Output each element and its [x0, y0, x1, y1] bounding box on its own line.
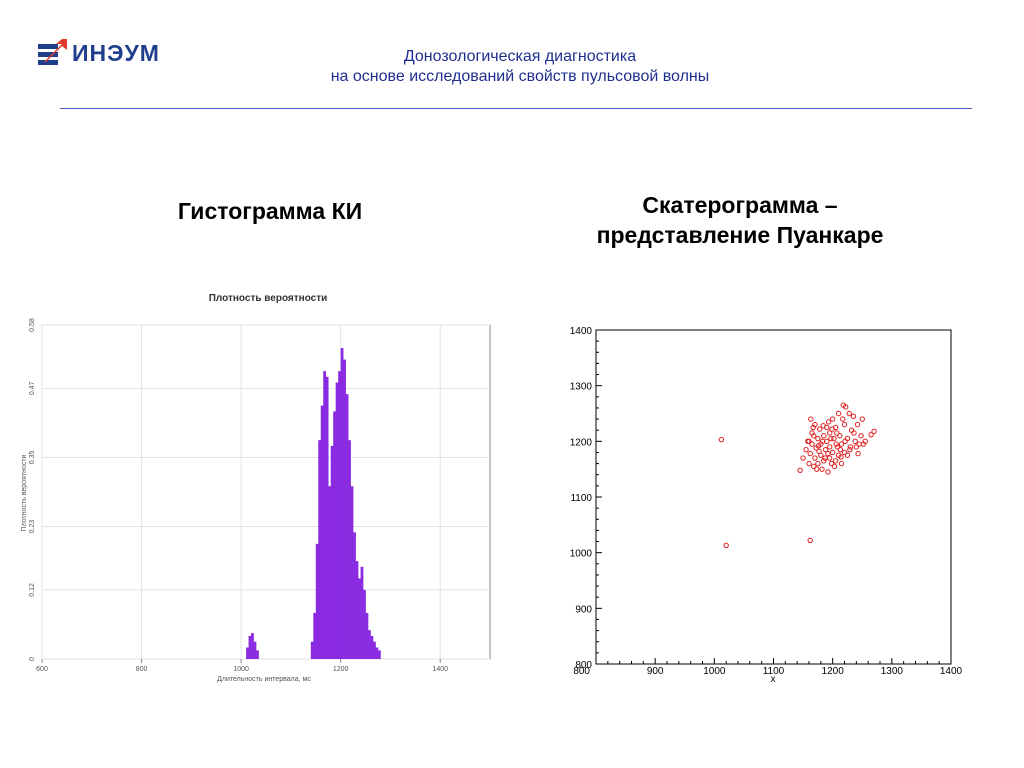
- histogram-bar: [358, 578, 361, 659]
- histogram-y-tick-label: 0: [29, 657, 36, 661]
- scattergram-heading-line-1: Скатерограмма –: [642, 192, 838, 218]
- scattergram-x-tick-label: 1000: [703, 666, 726, 677]
- scattergram-y-tick-label: 1000: [570, 549, 593, 560]
- histogram-bar: [323, 371, 327, 659]
- histogram-bar: [246, 647, 249, 659]
- histogram-x-axis-label: Длительность интервала, мс: [217, 676, 311, 683]
- scattergram-plot-area: [595, 329, 952, 665]
- histogram-plot-area: [41, 324, 491, 660]
- histogram-x-tick-label: 1400: [432, 666, 448, 673]
- page-title-line-1: Донозологическая диагностика: [403, 48, 637, 65]
- histogram-y-tick-label: 0.23: [29, 520, 36, 534]
- histogram-bar: [348, 440, 351, 659]
- histogram-title: Плотность вероятности: [209, 293, 328, 304]
- histogram-bar: [310, 641, 314, 659]
- histogram-y-tick-label: 0.47: [29, 381, 36, 395]
- histogram-bar: [343, 359, 346, 659]
- scattergram-y-tick-label: 1400: [570, 326, 593, 337]
- histogram-bar: [256, 650, 259, 659]
- scattergram-y-tick-label: 900: [575, 604, 592, 615]
- histogram-svg: Плотность вероятности 0 0.12 0.23 0.35 0.47 0…: [21, 293, 491, 683]
- histogram-bar: [378, 650, 381, 659]
- histogram-y-axis-label: Плотность вероятности: [21, 454, 28, 531]
- page-title-line-2: на основе исследований свойств пульсовой…: [330, 68, 710, 85]
- histogram-bar: [345, 394, 349, 659]
- histogram-bar: [328, 486, 332, 659]
- histogram-bar: [325, 376, 329, 659]
- inaum-logo: ИНЭУМ: [36, 38, 176, 70]
- histogram-bar: [338, 371, 341, 659]
- histogram-bar: [363, 589, 366, 659]
- histogram-bar: [355, 561, 359, 659]
- logo-text: ИНЭУМ: [72, 40, 160, 66]
- scattergram-svg: 800 900 1000 1100 1200 1300 140090010001100120…: [570, 326, 963, 685]
- histogram-x-tick-label: 1000: [233, 666, 249, 673]
- histogram-heading: Гистограмма КИ: [177, 198, 363, 224]
- histogram-bar: [330, 445, 334, 659]
- logo-mark-icon: [38, 39, 67, 65]
- histogram-bar: [373, 641, 376, 659]
- histogram-bar: [251, 633, 254, 659]
- histogram-y-tick-label: 0.58: [29, 318, 36, 332]
- page-title: Донозологическая диагностика на основе и…: [300, 47, 740, 87]
- histogram-bar: [370, 635, 374, 659]
- histogram-bar: [248, 635, 252, 659]
- histogram-bar: [313, 612, 317, 659]
- histogram-bar: [353, 532, 356, 659]
- scattergram-x-tick-label: 1400: [940, 666, 963, 677]
- scattergram-x-tick-label: 1200: [822, 666, 845, 677]
- histogram-bar: [375, 647, 379, 659]
- scattergram-y-tick-label: 800: [575, 660, 592, 671]
- histogram-x-tick-label: 800: [136, 666, 148, 673]
- scattergram-heading: Скатерограмма – представление Пуанкаре: [530, 190, 950, 250]
- scattergram-x-axis-label: x: [771, 674, 776, 685]
- histogram-bar: [315, 543, 319, 659]
- scattergram-x-tick-label: 1300: [881, 666, 904, 677]
- histogram-bar: [318, 440, 322, 659]
- histogram-y-tick-label: 0.12: [29, 583, 36, 597]
- histogram-bar: [360, 566, 364, 659]
- scattergram-chart: 800 900 1000 1100 1200 1300 1400 900 1000 1100 120…: [540, 318, 980, 693]
- scattergram-y-tick-label: 1300: [570, 382, 593, 393]
- header-divider: [60, 108, 972, 109]
- histogram-bar: [368, 630, 371, 659]
- scattergram-heading-line-2: представление Пуанкаре: [596, 222, 884, 248]
- scattergram-y-tick-label: 1200: [570, 437, 593, 448]
- histogram-bar: [340, 348, 344, 659]
- histogram-y-tick-label: 0.35: [29, 451, 36, 465]
- histogram-chart: Плотность вероятности 0 0.12 0.23 0.35 0.47 0…: [14, 285, 500, 695]
- histogram-bar: [335, 382, 339, 659]
- histogram-bar: [365, 612, 369, 659]
- histogram-x-tick-label: 1200: [333, 666, 349, 673]
- scattergram-x-tick-label: 900: [647, 666, 664, 677]
- histogram-bar: [350, 486, 354, 659]
- histogram-bar: [320, 405, 324, 659]
- histogram-bar: [333, 411, 336, 659]
- histogram-x-tick-label: 600: [36, 666, 48, 673]
- histogram-bar: [253, 641, 257, 659]
- scattergram-y-tick-label: 1100: [570, 493, 592, 504]
